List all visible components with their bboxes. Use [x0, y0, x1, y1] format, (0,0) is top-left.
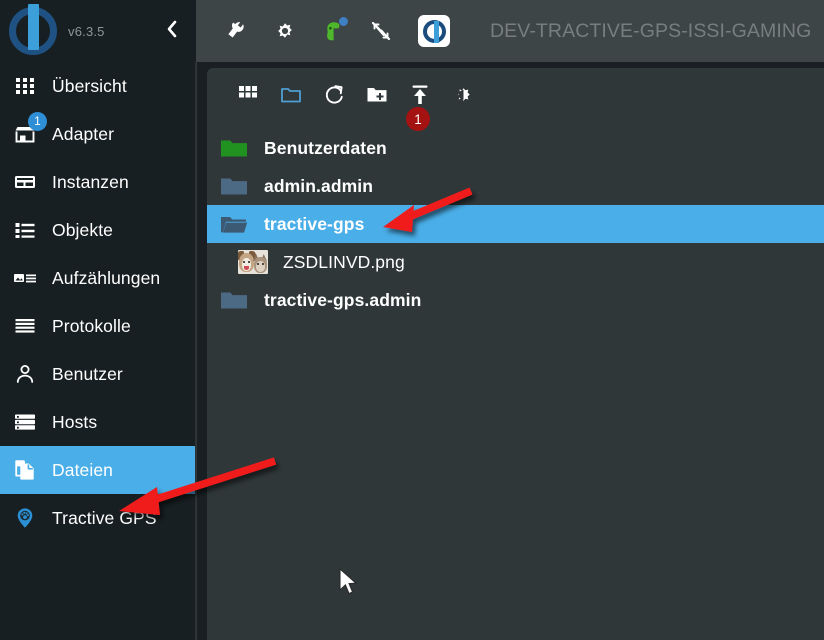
upload-icon[interactable]: 1 — [406, 82, 432, 131]
file-browser-panel: 1 Benutzerdaten admin.admin tractive-gps… — [207, 68, 824, 640]
sidebar-item-label: Benutzer — [52, 363, 123, 384]
file-row-tractive-gps-admin[interactable]: tractive-gps.admin — [207, 281, 824, 319]
sidebar-collapse-button[interactable] — [164, 18, 180, 44]
page-title: DEV-TRACTIVE-GPS-ISSI-GAMING — [490, 19, 812, 42]
tractive-paw-pin-icon — [12, 505, 38, 531]
file-row-zsdlinvd-png[interactable]: ZSDLINVD.png — [207, 243, 824, 281]
app-header: v6.3.5 DEV-TRACTIVE-GPS-ISSI-GAMING — [0, 0, 824, 62]
version-label: v6.3.5 — [68, 23, 105, 39]
notification-dot-badge — [339, 17, 348, 26]
wrench-icon[interactable] — [224, 18, 250, 44]
sidebar-nav: Übersicht 1 Adapter Instanzen Objekte Au… — [0, 62, 196, 640]
sidebar-item-dateien[interactable]: Dateien — [0, 446, 195, 494]
sidebar-item-label: Übersicht — [52, 75, 127, 96]
folder-icon — [216, 134, 252, 162]
main-content-area: 1 Benutzerdaten admin.admin tractive-gps… — [197, 62, 824, 640]
hosts-icon — [12, 409, 38, 435]
sync-off-icon[interactable] — [368, 18, 394, 44]
store-icon: 1 — [12, 112, 47, 147]
adapter-update-badge: 1 — [28, 112, 47, 131]
header-toolbar: DEV-TRACTIVE-GPS-ISSI-GAMING — [196, 0, 811, 62]
user-head-icon[interactable] — [320, 17, 348, 44]
logs-icon — [12, 313, 38, 339]
sidebar-item-aufzaehlungen[interactable]: Aufzählungen — [0, 254, 195, 302]
file-list: Benutzerdaten admin.admin tractive-gps Z… — [207, 129, 824, 319]
sidebar-item-objekte[interactable]: Objekte — [0, 206, 195, 254]
sidebar-item-label: Adapter — [52, 123, 114, 144]
folder-view-icon[interactable] — [279, 82, 303, 106]
grid-tiles-icon — [12, 73, 38, 99]
user-icon — [12, 361, 38, 387]
gear-icon[interactable] — [272, 18, 298, 44]
file-row-tractive-gps[interactable]: tractive-gps — [207, 205, 824, 243]
sidebar-item-tractive-gps[interactable]: Tractive GPS — [0, 494, 195, 542]
file-row-benutzerdaten[interactable]: Benutzerdaten — [207, 129, 824, 167]
sidebar-item-label: Instanzen — [52, 171, 129, 192]
brightness-icon[interactable] — [451, 82, 475, 106]
file-name-label: admin.admin — [264, 175, 374, 196]
sidebar-item-label: Hosts — [52, 411, 98, 432]
upload-count-badge: 1 — [406, 107, 430, 131]
sidebar-item-benutzer[interactable]: Benutzer — [0, 350, 195, 398]
sidebar-item-label: Protokolle — [52, 315, 131, 336]
new-folder-icon[interactable] — [365, 82, 389, 106]
file-name-label: tractive-gps — [264, 213, 365, 234]
sidebar-item-instanzen[interactable]: Instanzen — [0, 158, 195, 206]
folder-icon — [216, 172, 252, 200]
brand-area: v6.3.5 — [0, 0, 196, 62]
tiles-view-icon[interactable] — [236, 82, 260, 106]
iobroker-admin-app: v6.3.5 DEV-TRACTIVE-GPS-ISSI-GAMING Über… — [0, 0, 824, 640]
folder-open-icon — [216, 210, 252, 238]
image-thumbnail-dog-cat-icon — [238, 248, 268, 276]
enums-icon — [12, 265, 38, 291]
file-browser-toolbar: 1 — [207, 68, 824, 131]
file-name-label: Benutzerdaten — [264, 137, 387, 158]
sidebar-item-protokolle[interactable]: Protokolle — [0, 302, 195, 350]
files-icon — [12, 457, 38, 483]
sidebar-item-hosts[interactable]: Hosts — [0, 398, 195, 446]
iobroker-logo-icon — [6, 4, 60, 58]
refresh-icon[interactable] — [322, 82, 346, 106]
instances-icon — [12, 169, 38, 195]
folder-icon — [216, 286, 252, 314]
file-name-label: tractive-gps.admin — [264, 289, 422, 310]
sidebar-item-label: Tractive GPS — [52, 507, 157, 528]
sidebar-item-label: Objekte — [52, 219, 114, 240]
sidebar-item-label: Dateien — [52, 459, 114, 480]
list-objects-icon — [12, 217, 38, 243]
sidebar-item-label: Aufzählungen — [52, 267, 161, 288]
sidebar-item-adapter[interactable]: 1 Adapter — [0, 110, 195, 158]
sidebar-item-uebersicht[interactable]: Übersicht — [0, 62, 195, 110]
file-row-admin-admin[interactable]: admin.admin — [207, 167, 824, 205]
file-name-label: ZSDLINVD.png — [283, 251, 405, 272]
iobroker-logo-icon[interactable] — [418, 15, 450, 47]
